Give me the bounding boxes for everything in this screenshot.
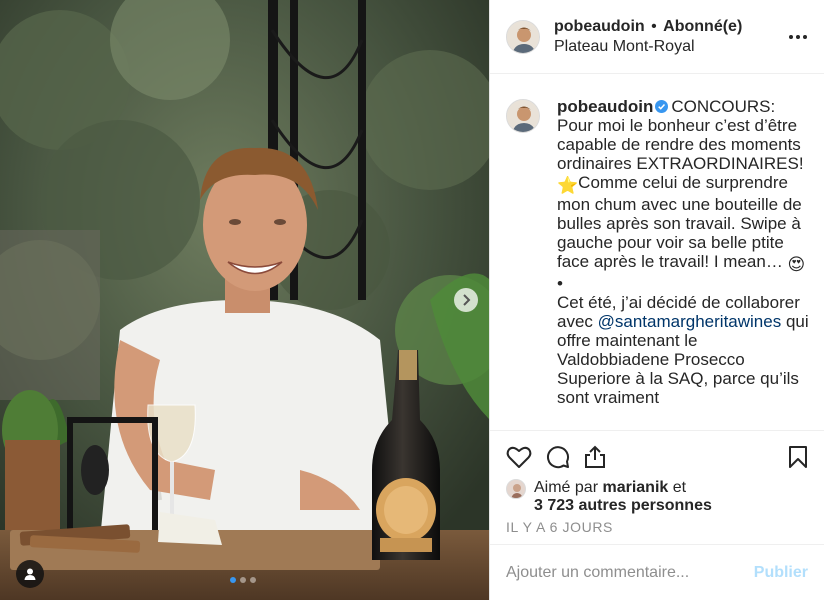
save-button[interactable]: [788, 445, 808, 474]
location-link[interactable]: Plateau Mont-Royal: [554, 37, 742, 57]
comment-input[interactable]: [506, 563, 754, 582]
like-button[interactable]: [506, 445, 532, 469]
carousel-next-button[interactable]: [454, 288, 478, 312]
follow-status-button[interactable]: Abonné(e): [663, 18, 742, 35]
likes-others-link[interactable]: 3 723 autres personnes: [534, 497, 712, 514]
carousel-dot: [250, 577, 256, 583]
star-emoji: ⭐: [557, 176, 579, 195]
post-caption: pobeaudoin CONCOURS: Pour moi le bonheur …: [557, 97, 810, 430]
publish-button[interactable]: Publier: [754, 564, 808, 582]
bookmark-icon: [789, 446, 807, 468]
mention-link[interactable]: @santamargheritawines: [598, 312, 782, 331]
likes-summary: Aimé par marianik et 3 723 autres person…: [506, 479, 808, 515]
post-header: pobeaudoin • Abonné(e) Plateau Mont-Roya…: [490, 0, 824, 74]
more-options-button[interactable]: [788, 30, 808, 44]
comment-button[interactable]: [546, 445, 570, 469]
post-photo[interactable]: [0, 0, 490, 600]
caption-author-avatar-image: [507, 100, 539, 132]
post-actions-area: Aimé par marianik et 3 723 autres person…: [490, 430, 824, 542]
heart-eyes-emoji: 😍: [787, 255, 806, 274]
post-timestamp[interactable]: Il y a 6 jours: [506, 519, 808, 535]
author-avatar-image: [507, 20, 539, 53]
author-avatar[interactable]: [506, 19, 540, 54]
more-horizontal-icon: [789, 35, 793, 39]
share-button[interactable]: [584, 445, 606, 469]
tagged-users-button[interactable]: [16, 560, 44, 588]
share-icon: [585, 445, 605, 468]
caption-author-avatar[interactable]: [506, 99, 540, 133]
carousel-dot: [240, 577, 246, 583]
caption-text-2: Comme celui de surprendre mon chum avec …: [557, 173, 802, 271]
heart-icon: [506, 446, 532, 468]
caption-area: pobeaudoin CONCOURS: Pour moi le bonheur …: [490, 75, 824, 430]
user-icon: [24, 568, 36, 580]
verified-badge-icon: [655, 100, 669, 113]
header-separator: •: [651, 17, 657, 35]
comment-icon: [547, 446, 569, 469]
chevron-right-icon: [463, 294, 471, 306]
carousel-dot-active: [230, 577, 236, 583]
caption-bullet: •: [557, 274, 563, 293]
photo-scene: [0, 0, 489, 600]
action-bar: [506, 431, 808, 483]
post-side-panel: pobeaudoin • Abonné(e) Plateau Mont-Roya…: [490, 0, 824, 600]
carousel-indicator: [230, 577, 256, 583]
author-username-link[interactable]: pobeaudoin: [554, 18, 645, 35]
caption-username-link[interactable]: pobeaudoin: [557, 97, 653, 116]
comment-form: Publier: [490, 544, 824, 600]
